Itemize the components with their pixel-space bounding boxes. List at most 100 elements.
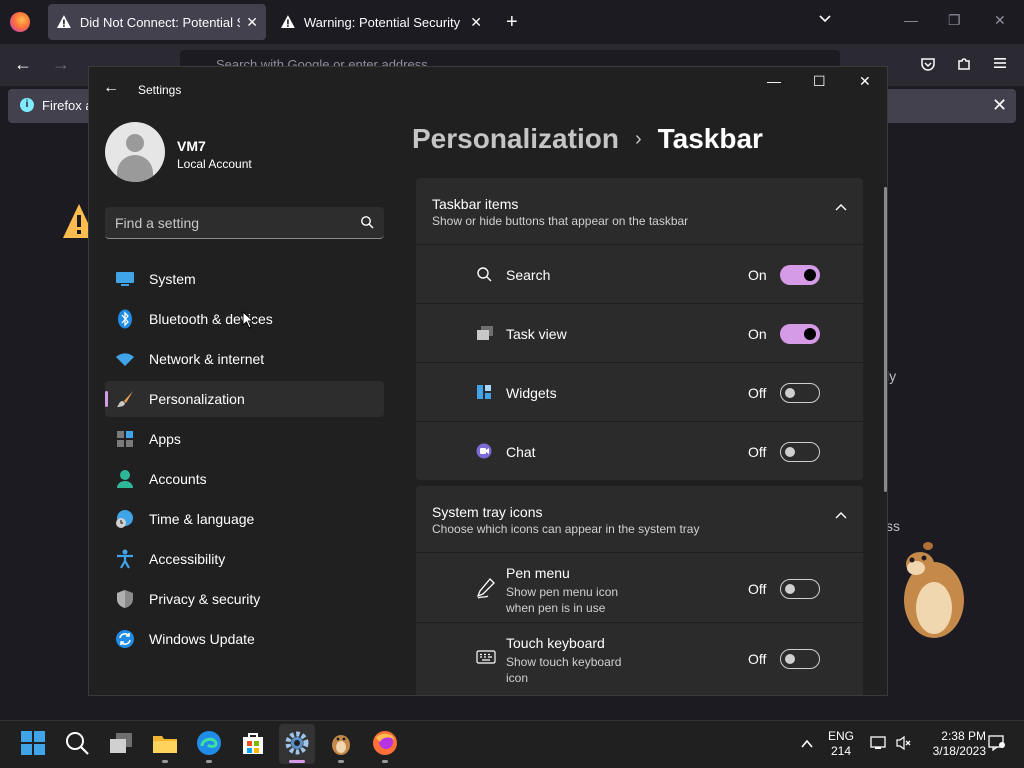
setting-label: Search [506, 267, 551, 283]
setting-row-chat: Chat Off [416, 421, 863, 480]
clock-time: 2:38 PM [941, 729, 986, 743]
edge-icon[interactable] [196, 730, 222, 756]
start-icon[interactable] [20, 730, 46, 756]
settings-close-button[interactable]: ✕ [859, 73, 871, 90]
nav-item-apps[interactable]: Apps [105, 421, 384, 457]
find-setting-input[interactable] [105, 207, 357, 239]
back-button[interactable]: ← [14, 54, 32, 75]
hamster-sticker-icon [904, 542, 964, 638]
chevron-up-icon[interactable] [800, 737, 814, 751]
running-indicator [382, 760, 388, 763]
nav-item-windows-update[interactable]: Windows Update [105, 621, 384, 657]
close-tab-icon[interactable]: ✕ [246, 14, 258, 31]
warning-icon [56, 15, 71, 28]
settings-search-box [105, 207, 384, 239]
widgets-icon [477, 385, 491, 399]
notification-icon[interactable] [988, 735, 1006, 751]
hamster-icon[interactable] [328, 730, 354, 756]
file-explorer-icon[interactable] [152, 730, 178, 756]
setting-label: Task view [506, 326, 567, 342]
pocket-icon [921, 58, 935, 71]
new-tab-button[interactable]: + [506, 11, 518, 34]
menu-button[interactable] [992, 55, 1008, 76]
nav-item-accounts[interactable]: Accounts [105, 461, 384, 497]
running-indicator [206, 760, 212, 763]
chat-toggle[interactable] [780, 442, 820, 462]
chevron-right-icon: › [634, 127, 642, 150]
setting-row-touch-keyboard: Touch keyboard Show touch keyboard icon … [416, 622, 863, 695]
settings-window: ← Settings — ☐ ✕ VM7 Local Account Syste… [88, 66, 888, 696]
warning-icon [280, 15, 295, 28]
search-icon[interactable] [64, 730, 90, 756]
language-indicator[interactable]: ENG 214 [824, 729, 858, 759]
forward-button[interactable]: → [52, 54, 70, 75]
browser-close-button[interactable]: ✕ [994, 12, 1006, 29]
touch-keyboard-toggle[interactable] [780, 649, 820, 669]
running-indicator [338, 760, 344, 763]
person-icon [115, 469, 135, 489]
setting-row-widgets: Widgets Off [416, 362, 863, 421]
firefox-icon[interactable] [372, 730, 398, 756]
close-notification-icon[interactable]: ✕ [992, 95, 1007, 116]
section-description: Show or hide buttons that appear on the … [432, 214, 689, 228]
task-view-icon[interactable] [108, 730, 134, 756]
search-toggle[interactable] [780, 265, 820, 285]
settings-back-button[interactable]: ← [103, 79, 119, 97]
pen-menu-toggle[interactable] [780, 579, 820, 599]
nav-item-label: Time & language [149, 511, 255, 527]
task-view-toggle[interactable] [780, 324, 820, 344]
shield-icon [115, 589, 135, 609]
widgets-toggle[interactable] [780, 383, 820, 403]
nav-item-time-language[interactable]: Time & language [105, 501, 384, 537]
nav-item-label: Bluetooth & devices [149, 311, 273, 327]
search-icon [477, 267, 492, 282]
browser-restore-button[interactable]: ❐ [948, 12, 961, 29]
nav-item-label: Apps [149, 431, 181, 447]
content-scrollbar[interactable] [884, 187, 887, 492]
section-description: Choose which icons can appear in the sys… [432, 522, 700, 536]
section-header-taskbar-items[interactable]: Taskbar items Show or hide buttons that … [416, 178, 863, 244]
firefox-logo-icon[interactable] [10, 12, 30, 32]
toggle-state-text: On [748, 267, 767, 283]
nav-item-network[interactable]: Network & internet [105, 341, 384, 377]
setting-description: Show touch keyboard icon [506, 655, 622, 685]
setting-label: Pen menu [506, 565, 570, 581]
section-header-system-tray-icons[interactable]: System tray icons Choose which icons can… [416, 486, 863, 552]
nav-item-privacy-security[interactable]: Privacy & security [105, 581, 384, 617]
browser-tab-1[interactable]: Did Not Connect: Potential Security Issu… [48, 4, 266, 40]
clock[interactable]: 2:38 PM 3/18/2023 [922, 729, 986, 759]
account-name: VM7 [177, 138, 206, 154]
settings-minimize-button[interactable]: — [767, 73, 781, 89]
pocket-button[interactable] [920, 56, 936, 77]
breadcrumb-parent[interactable]: Personalization [412, 123, 619, 155]
settings-icon[interactable] [284, 730, 310, 756]
mouse-cursor-icon [242, 311, 254, 329]
language-sub: 214 [830, 744, 852, 758]
toggle-state-text: Off [748, 444, 767, 460]
nav-item-personalization[interactable]: Personalization [105, 381, 384, 417]
browser-minimize-button[interactable]: — [904, 12, 918, 28]
language-code: ENG [827, 729, 854, 743]
close-tab-icon[interactable]: ✕ [470, 14, 482, 31]
volume-muted-icon[interactable] [895, 735, 913, 751]
tab-title: Did Not Connect: Potential Security Issu… [79, 14, 240, 30]
network-icon[interactable] [870, 735, 888, 751]
page-title: Taskbar [657, 123, 763, 154]
nav-item-system[interactable]: System [105, 261, 384, 297]
nav-item-accessibility[interactable]: Accessibility [105, 541, 384, 577]
setting-row-pen-menu: Pen menu Show pen menu icon when pen is … [416, 552, 863, 622]
breadcrumb: Personalization › Taskbar [412, 123, 763, 155]
monitor-icon [115, 269, 135, 289]
settings-maximize-button[interactable]: ☐ [813, 73, 826, 90]
search-icon[interactable] [360, 215, 374, 229]
nav-item-label: Accounts [149, 471, 207, 487]
store-icon[interactable] [240, 730, 266, 756]
chat-icon [476, 443, 492, 459]
apps-icon [115, 429, 135, 449]
browser-tab-2[interactable]: Warning: Potential Security Risk Ahead ✕ [272, 4, 490, 40]
avatar[interactable] [105, 122, 165, 182]
extensions-button[interactable] [956, 56, 972, 77]
tab-list-button[interactable] [818, 12, 832, 29]
puzzle-icon [958, 58, 970, 70]
task-view-icon [477, 326, 493, 340]
